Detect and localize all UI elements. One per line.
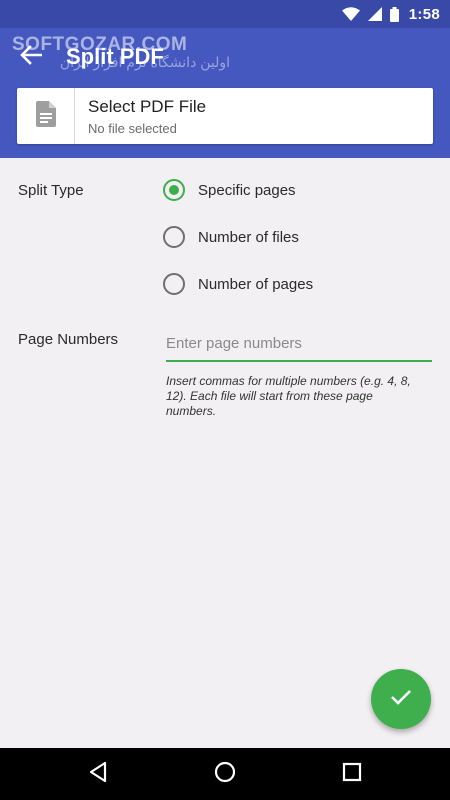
page-title: Split PDF bbox=[66, 44, 164, 69]
radio-number-of-files[interactable]: Number of files bbox=[163, 222, 299, 252]
page-numbers-hint: Insert commas for multiple numbers (e.g.… bbox=[166, 374, 411, 418]
radio-number-of-pages[interactable]: Number of pages bbox=[163, 269, 313, 299]
radio-specific-pages[interactable]: Specific pages bbox=[163, 175, 296, 205]
wifi-icon bbox=[341, 7, 360, 21]
arrow-back-icon bbox=[20, 44, 43, 70]
status-bar: 1:58 bbox=[0, 0, 450, 28]
cell-signal-icon bbox=[367, 7, 382, 21]
nav-home-icon bbox=[214, 761, 236, 788]
nav-recents-button[interactable] bbox=[340, 762, 364, 786]
page-numbers-input[interactable] bbox=[166, 326, 432, 362]
nav-back-icon bbox=[88, 761, 108, 788]
radio-button[interactable] bbox=[163, 226, 185, 248]
radio-label: Number of pages bbox=[198, 275, 314, 293]
confirm-fab[interactable] bbox=[371, 669, 431, 729]
status-time: 1:58 bbox=[408, 5, 440, 23]
split-type-label: Split Type bbox=[18, 182, 84, 199]
nav-home-button[interactable] bbox=[213, 761, 237, 788]
document-icon-box bbox=[17, 88, 75, 144]
radio-label: Number of files bbox=[198, 228, 299, 246]
radio-button[interactable] bbox=[163, 273, 185, 295]
check-icon bbox=[390, 689, 412, 710]
radio-button-checked[interactable] bbox=[163, 179, 185, 201]
select-pdf-card[interactable]: Select PDF File No file selected bbox=[17, 88, 433, 144]
radio-label: Specific pages bbox=[198, 181, 296, 199]
card-subtitle: No file selected bbox=[88, 121, 177, 136]
app-bar: Split PDF SOFTGOZAR.COM اولین دانشگاه نر… bbox=[0, 28, 450, 158]
navigation-bar bbox=[0, 748, 450, 800]
nav-recents-icon bbox=[342, 762, 362, 787]
back-button[interactable] bbox=[16, 42, 46, 72]
battery-icon bbox=[389, 6, 399, 22]
page-numbers-label: Page Numbers bbox=[18, 331, 119, 348]
nav-back-button[interactable] bbox=[86, 761, 110, 788]
card-title: Select PDF File bbox=[88, 97, 207, 116]
document-icon bbox=[35, 100, 56, 132]
